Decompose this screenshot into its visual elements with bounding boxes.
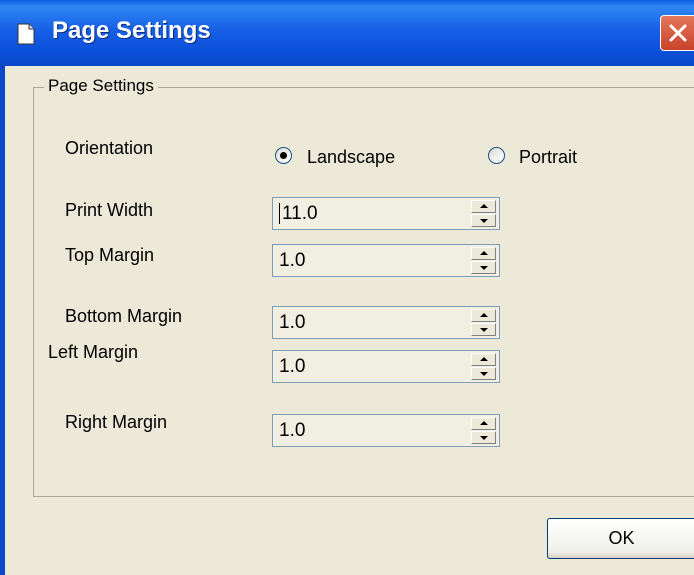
top-margin-spinner[interactable]: 1.0 bbox=[272, 244, 500, 277]
radio-landscape[interactable] bbox=[275, 147, 292, 164]
landscape-label[interactable]: Landscape bbox=[307, 147, 395, 168]
spin-down-button[interactable] bbox=[471, 367, 496, 380]
orientation-label: Orientation bbox=[65, 138, 154, 158]
right-margin-label: Right Margin bbox=[65, 412, 168, 432]
left-margin-label: Left Margin bbox=[48, 342, 139, 362]
window-title: Page Settings bbox=[52, 17, 211, 44]
left-margin-value[interactable]: 1.0 bbox=[279, 356, 305, 378]
print-width-value[interactable]: 11.0 bbox=[282, 203, 318, 225]
spin-up-button[interactable] bbox=[471, 417, 496, 430]
text-caret bbox=[279, 203, 280, 224]
spin-down-button[interactable] bbox=[471, 323, 496, 336]
spin-up-button[interactable] bbox=[471, 309, 496, 322]
right-margin-spinner[interactable]: 1.0 bbox=[272, 414, 500, 447]
close-icon bbox=[669, 24, 687, 42]
spin-down-button[interactable] bbox=[471, 431, 496, 444]
print-width-spinner[interactable]: 11.0 bbox=[272, 197, 500, 230]
top-margin-label: Top Margin bbox=[65, 245, 155, 265]
portrait-label[interactable]: Portrait bbox=[519, 147, 577, 168]
spin-down-button[interactable] bbox=[471, 261, 496, 274]
spin-up-button[interactable] bbox=[471, 353, 496, 366]
window-frame bbox=[0, 66, 5, 575]
top-margin-value[interactable]: 1.0 bbox=[279, 250, 305, 272]
title-bar[interactable]: Page Settings bbox=[0, 0, 694, 66]
bottom-margin-spinner[interactable]: 1.0 bbox=[272, 306, 500, 339]
print-width-label: Print Width bbox=[65, 200, 154, 220]
bottom-margin-label: Bottom Margin bbox=[65, 306, 183, 326]
spin-up-button[interactable] bbox=[471, 200, 496, 213]
spin-down-button[interactable] bbox=[471, 214, 496, 227]
ok-button[interactable]: OK bbox=[547, 518, 694, 559]
bottom-margin-value[interactable]: 1.0 bbox=[279, 312, 305, 334]
left-margin-spinner[interactable]: 1.0 bbox=[272, 350, 500, 383]
close-button[interactable] bbox=[660, 15, 694, 51]
group-label: Page Settings bbox=[44, 76, 158, 96]
spin-up-button[interactable] bbox=[471, 247, 496, 260]
right-margin-value[interactable]: 1.0 bbox=[279, 420, 305, 442]
document-icon bbox=[17, 23, 35, 45]
radio-portrait[interactable] bbox=[488, 147, 505, 164]
